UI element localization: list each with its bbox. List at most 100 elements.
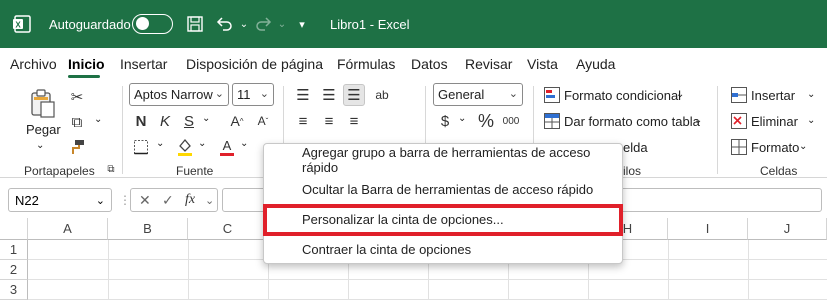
format-cells-button[interactable]: Formato [751,140,799,155]
fill-color-icon[interactable] [174,136,196,158]
paste-icon[interactable] [28,88,58,120]
conditional-format-icon[interactable] [541,84,563,106]
tab-vista[interactable]: Vista [527,56,558,72]
format-painter-icon[interactable] [66,136,88,158]
font-name-value: Aptos Narrow [134,87,213,102]
save-icon[interactable] [183,12,207,36]
formula-controls: ✕ ✓ fx ⌄ [130,188,218,212]
delete-cells-chevron-icon[interactable]: ⌄ [807,115,815,126]
copy-icon[interactable]: ⧉ [66,111,88,133]
font-name-combo[interactable]: Aptos Narrow ⌄ [129,83,229,106]
column-header[interactable]: C [188,218,268,240]
select-all-corner[interactable] [0,218,28,240]
borders-chevron-icon[interactable]: ⌄ [156,138,164,149]
tab-insertar[interactable]: Insertar [120,56,167,72]
excel-logo-icon[interactable]: X [12,0,38,48]
bold-button[interactable]: N [130,110,152,132]
currency-button[interactable]: $ [434,110,456,132]
separator [717,86,718,174]
font-size-combo[interactable]: 11 ⌄ [232,83,274,106]
tab-revisar[interactable]: Revisar [465,56,512,72]
percent-button[interactable]: % [475,110,497,132]
column-header[interactable]: B [108,218,188,240]
tab-archivo[interactable]: Archivo [10,56,57,72]
orientation-icon[interactable]: ab [371,84,393,106]
menu-item-label: Agregar grupo a barra de herramientas de… [302,144,591,175]
fx-chevron-icon[interactable]: ⌄ [205,194,214,207]
format-cells-chevron-icon[interactable]: ⌄ [799,141,807,152]
align-center-icon[interactable]: ≡ [318,110,340,132]
align-left-icon[interactable]: ≡ [292,110,314,132]
font-color-chevron-icon[interactable]: ⌄ [240,138,248,149]
align-top-icon[interactable]: ☰ [292,84,314,106]
cut-icon[interactable]: ✂ [66,86,88,108]
align-middle-icon[interactable]: ☰ [318,84,340,106]
tab-inicio[interactable]: Inicio [68,56,105,72]
menu-item-collapse-ribbon[interactable]: Contraer la cinta de opciones [264,235,622,264]
chevron-down-icon: ⌄ [508,88,518,100]
delete-cells-button[interactable]: Eliminar [751,114,798,129]
thousands-separator-button[interactable]: 000 [500,110,522,132]
paste-chevron-icon[interactable]: ⌄ [36,140,44,151]
grid-line [188,240,189,300]
chevron-down-icon: ⌄ [259,88,269,100]
autosave-label: Autoguardado [49,16,131,32]
row-header[interactable]: 3 [0,280,28,300]
conditional-format-chevron-icon[interactable]: ⌄ [676,89,684,100]
column-header[interactable]: J [748,218,827,240]
column-header[interactable]: I [668,218,748,240]
tab-ayuda[interactable]: Ayuda [576,56,615,72]
group-label-portapapeles: Portapapeles [24,164,95,178]
format-as-table-chevron-icon[interactable]: ⌄ [694,115,702,126]
align-right-icon[interactable]: ≡ [343,110,365,132]
tab-datos[interactable]: Datos [411,56,448,72]
menu-item-label: Contraer la cinta de opciones [302,242,472,257]
menu-item-label: Ocultar la Barra de herramientas de acce… [302,182,594,197]
delete-cells-icon[interactable] [728,110,750,132]
grid-line [748,240,749,300]
format-as-table-icon[interactable] [541,110,563,132]
format-as-table-button[interactable]: Dar formato como tabla [564,114,700,129]
separator [122,86,123,174]
insert-function-button[interactable]: fx [185,192,195,208]
currency-chevron-icon[interactable]: ⌄ [458,113,466,124]
italic-button[interactable]: K [154,110,176,132]
column-header[interactable]: A [28,218,108,240]
svg-text:A: A [223,138,232,153]
menu-item-add-group-quick-access[interactable]: Agregar grupo a barra de herramientas de… [264,144,622,175]
group-label-estilos: ilos [623,164,642,178]
align-bottom-icon[interactable]: ☰ [343,84,365,106]
increase-font-icon[interactable]: A ^ [226,110,248,132]
clipboard-launcher-icon[interactable]: ⧉ [104,162,118,176]
borders-icon[interactable] [130,136,152,158]
copy-chevron-icon[interactable]: ⌄ [94,114,102,125]
customize-toolbar-icon[interactable]: ▾ [290,12,314,36]
tab-formulas[interactable]: Fórmulas [337,56,395,72]
conditional-format-button[interactable]: Formato condicional [564,88,681,103]
underline-chevron-icon[interactable]: ⌄ [202,113,210,124]
grid-line [108,240,109,300]
format-cells-icon[interactable] [728,136,750,158]
chevron-down-icon: ⌄ [95,194,105,207]
document-title: Libro1 - Excel [330,16,410,32]
fill-color-chevron-icon[interactable]: ⌄ [198,138,206,149]
number-format-combo[interactable]: General ⌄ [433,83,523,106]
font-size-value: 11 [237,87,251,102]
insert-cells-chevron-icon[interactable]: ⌄ [807,89,815,100]
decrease-font-icon[interactable]: Aˇ [252,110,274,132]
autosave-toggle[interactable] [132,14,173,34]
name-box[interactable]: N22 ⌄ [8,188,112,212]
underline-button[interactable]: S [178,110,200,132]
cell-styles-button[interactable]: elda [623,140,648,155]
row-header[interactable]: 1 [0,240,28,260]
insert-cells-icon[interactable] [728,84,750,106]
svg-text:X: X [15,21,21,30]
tab-disposicion-pagina[interactable]: Disposición de página [186,56,323,72]
enter-check-icon: ✓ [162,192,174,208]
font-color-icon[interactable]: A [216,136,238,158]
grid-line [668,240,669,300]
row-header[interactable]: 2 [0,260,28,280]
paste-button[interactable]: Pegar [26,122,61,137]
menu-item-hide-quick-access[interactable]: Ocultar la Barra de herramientas de acce… [264,175,622,204]
insert-cells-button[interactable]: Insertar [751,88,795,103]
